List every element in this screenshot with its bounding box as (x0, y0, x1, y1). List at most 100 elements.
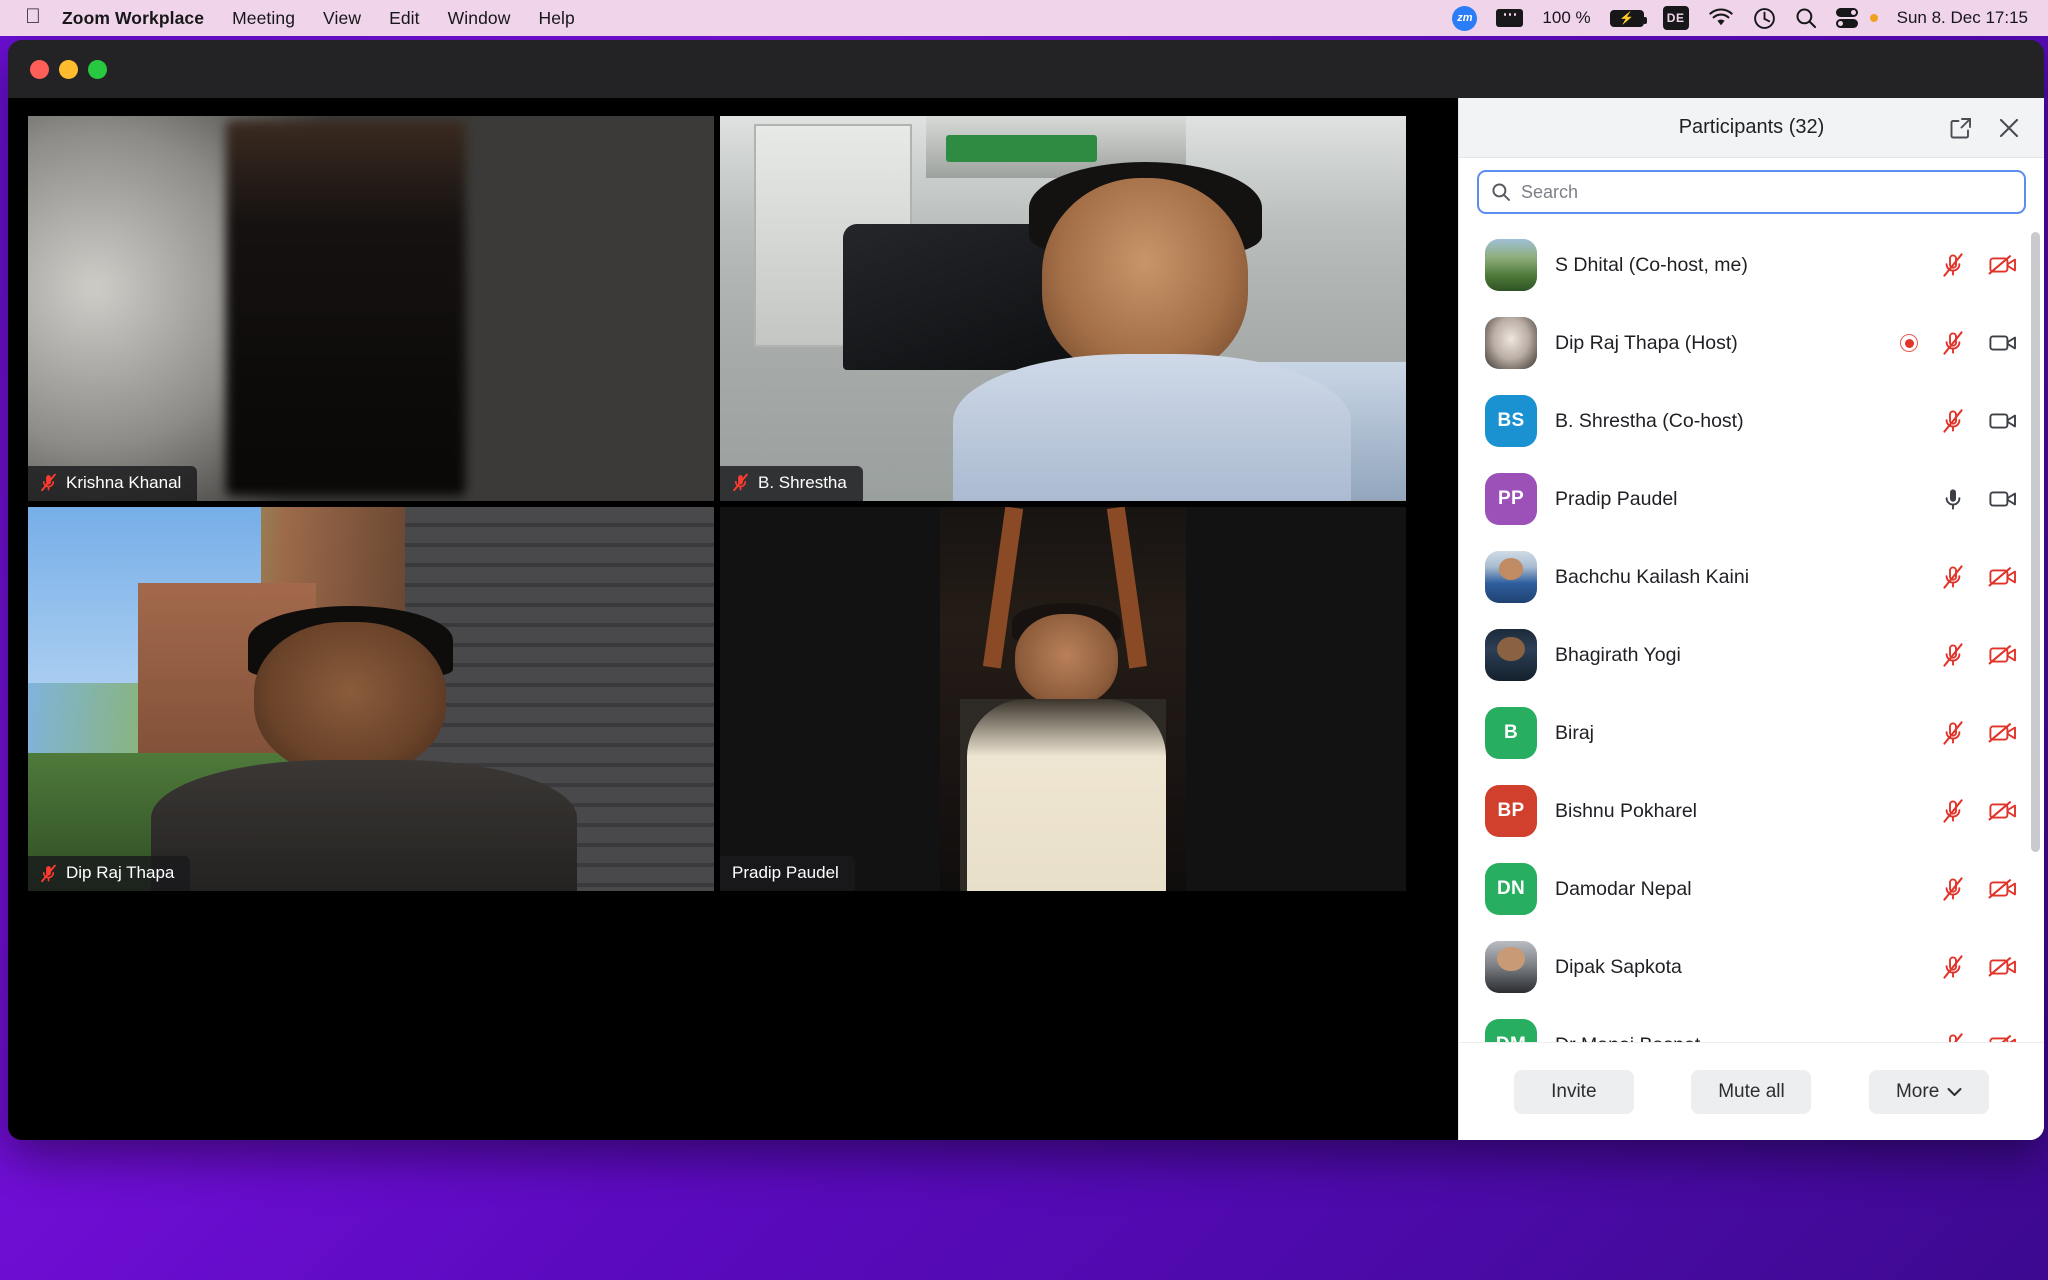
avatar: BP (1485, 785, 1537, 837)
video-off-icon[interactable] (1988, 954, 2018, 980)
participants-search-box[interactable] (1477, 170, 2026, 214)
spotlight-search-icon[interactable] (1795, 7, 1817, 29)
menu-item-meeting[interactable]: Meeting (218, 8, 309, 29)
avatar: PP (1485, 473, 1537, 525)
participant-name: B. Shrestha (Co-host) (1555, 409, 1744, 432)
video-feed (28, 506, 714, 891)
avatar: B (1485, 707, 1537, 759)
participant-name: Dipak Sapkota (1555, 955, 1682, 978)
mic-on-icon[interactable] (1938, 486, 1968, 512)
video-off-icon[interactable] (1988, 564, 2018, 590)
mute-all-button[interactable]: Mute all (1691, 1069, 1812, 1114)
video-feed (720, 116, 1406, 501)
mic-muted-icon[interactable] (1938, 720, 1968, 746)
participant-status-icons (1938, 252, 2018, 278)
mic-muted-icon[interactable] (1938, 642, 1968, 668)
menu-bar-status-items: zm 100 % ⚡ DE Sun 8. Dec 17:15 (1452, 5, 2034, 31)
participant-row[interactable]: BS B. Shrestha (Co-host) (1459, 382, 2044, 460)
mic-muted-icon[interactable] (1938, 564, 1968, 590)
more-button-label: More (1895, 1080, 1940, 1102)
window-close-button[interactable] (30, 59, 49, 79)
apple-logo-icon[interactable]:  (18, 6, 48, 30)
participant-row[interactable]: Bachchu Kailash Kaini (1459, 538, 2044, 616)
participant-status-icons (1938, 486, 2018, 512)
menubar-clock[interactable]: Sun 8. Dec 17:15 (1897, 8, 2028, 28)
participant-row[interactable]: Dip Raj Thapa (Host) (1459, 304, 2044, 382)
video-tile-pradip-paudel[interactable]: Pradip Paudel (720, 506, 1406, 891)
video-tile-name: B. Shrestha (758, 472, 847, 492)
video-tile-name: Krishna Khanal (66, 472, 182, 492)
window-maximize-button[interactable] (88, 59, 107, 79)
window-minimize-button[interactable] (59, 59, 78, 79)
participant-row[interactable]: DN Damodar Nepal (1459, 850, 2044, 928)
mic-muted-icon[interactable] (1938, 330, 1968, 356)
battery-percent-label: 100 % (1542, 8, 1591, 27)
avatar-initials: DM (1496, 1034, 1526, 1042)
battery-charging-icon[interactable]: ⚡ (1609, 9, 1647, 27)
menu-item-view[interactable]: View (309, 8, 375, 29)
avatar (1485, 317, 1537, 369)
video-tile-b-shrestha[interactable]: B. Shrestha (720, 116, 1406, 501)
control-center-icon[interactable] (1835, 8, 1878, 28)
mic-muted-icon[interactable] (1938, 954, 1968, 980)
avatar-initials: DN (1496, 878, 1526, 899)
video-on-icon[interactable] (1988, 486, 2018, 512)
avatar-initials: PP (1498, 488, 1524, 509)
avatar-initials: B (1503, 722, 1519, 743)
video-off-icon[interactable] (1988, 642, 2018, 668)
mic-muted-icon[interactable] (1938, 876, 1968, 902)
video-off-icon[interactable] (1988, 1032, 2018, 1042)
participants-list-scrollbar[interactable] (2031, 232, 2040, 852)
menu-item-zoom-workplace[interactable]: Zoom Workplace (48, 8, 218, 29)
participant-row[interactable]: DM Dr Manoj Basnet (1459, 1006, 2044, 1042)
participant-row[interactable]: Dipak Sapkota (1459, 928, 2044, 1006)
participant-status-icons (1938, 1032, 2018, 1042)
mic-muted-icon[interactable] (1938, 408, 1968, 434)
video-feed (28, 116, 714, 501)
mic-muted-icon[interactable] (1938, 1032, 1968, 1042)
participant-status-icons (1938, 798, 2018, 824)
video-on-icon[interactable] (1988, 330, 2018, 356)
video-tile-krishna-khanal[interactable]: Krishna Khanal (28, 116, 714, 501)
video-feed (720, 506, 1406, 891)
invite-button[interactable]: Invite (1513, 1069, 1634, 1114)
avatar (1485, 941, 1537, 993)
zoom-meeting-window: Krishna Khanal B. Shrestha Dip Raj Thapa… (8, 40, 2044, 1140)
participant-row[interactable]: S Dhital (Co-host, me) (1459, 226, 2044, 304)
video-tile-nameplate: B. Shrestha (720, 465, 863, 501)
video-on-icon[interactable] (1988, 408, 2018, 434)
menu-item-edit[interactable]: Edit (375, 8, 434, 29)
video-tile-dip-raj-thapa[interactable]: Dip Raj Thapa (28, 506, 714, 891)
participant-row[interactable]: B Biraj (1459, 694, 2044, 772)
participant-row[interactable]: BP Bishnu Pokharel (1459, 772, 2044, 850)
close-icon[interactable] (1996, 115, 2022, 141)
time-machine-icon[interactable] (1753, 7, 1776, 30)
wifi-icon[interactable] (1708, 8, 1734, 28)
video-off-icon[interactable] (1988, 252, 2018, 278)
participant-row[interactable]: Bhagirath Yogi (1459, 616, 2044, 694)
zoom-status-icon[interactable]: zm (1452, 5, 1478, 31)
mic-muted-icon[interactable] (1938, 252, 1968, 278)
video-off-icon[interactable] (1988, 720, 2018, 746)
search-input[interactable] (1521, 181, 2012, 203)
mic-muted-icon (733, 473, 748, 492)
video-tile-nameplate: Dip Raj Thapa (28, 856, 191, 891)
participant-row[interactable]: PP Pradip Paudel (1459, 460, 2044, 538)
avatar: BS (1485, 395, 1537, 447)
menu-item-window[interactable]: Window (434, 8, 525, 29)
mic-muted-icon (41, 473, 56, 492)
input-source-icon[interactable]: DE (1662, 6, 1689, 30)
menu-item-help[interactable]: Help (524, 8, 588, 29)
popout-window-icon[interactable] (1948, 115, 1974, 141)
video-stage: Krishna Khanal B. Shrestha Dip Raj Thapa… (8, 98, 1458, 1140)
video-off-icon[interactable] (1988, 876, 2018, 902)
participants-panel-title: Participants (32) (1678, 116, 1825, 138)
participants-list[interactable]: S Dhital (Co-host, me) Dip Raj Thapa (Ho… (1459, 224, 2044, 1042)
video-off-icon[interactable] (1988, 798, 2018, 824)
more-button[interactable]: More (1869, 1069, 1990, 1114)
participant-name: Damodar Nepal (1555, 877, 1692, 900)
participant-name: Bachchu Kailash Kaini (1555, 565, 1750, 588)
keyboard-icon[interactable] (1496, 9, 1524, 27)
mic-muted-icon (41, 864, 56, 882)
mic-muted-icon[interactable] (1938, 798, 1968, 824)
